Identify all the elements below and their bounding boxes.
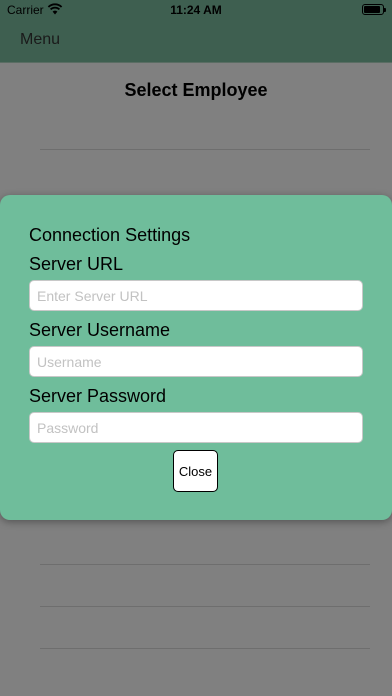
server-username-label: Server Username — [29, 320, 171, 340]
status-bar: Carrier 11:24 AM — [0, 0, 392, 20]
close-button[interactable]: Close — [173, 450, 218, 492]
server-password-label: Server Password — [29, 386, 167, 406]
navigation-bar: Menu — [0, 20, 392, 63]
list-divider — [40, 149, 370, 150]
battery-level — [364, 6, 380, 13]
connection-settings-dialog: Connection Settings Server URL Server Us… — [0, 195, 392, 520]
server-username-input[interactable] — [29, 346, 363, 377]
page-title: Select Employee — [124, 80, 268, 100]
clock-time: 11:24 AM — [170, 3, 222, 17]
dialog-title: Connection Settings — [29, 225, 191, 245]
server-url-label: Server URL — [29, 254, 124, 274]
menu-button[interactable]: Menu — [20, 31, 60, 49]
list-divider — [40, 648, 370, 649]
server-url-input[interactable] — [29, 280, 363, 311]
list-divider — [40, 606, 370, 607]
list-divider — [40, 564, 370, 565]
battery-icon — [362, 4, 386, 15]
server-password-input[interactable] — [29, 412, 363, 443]
